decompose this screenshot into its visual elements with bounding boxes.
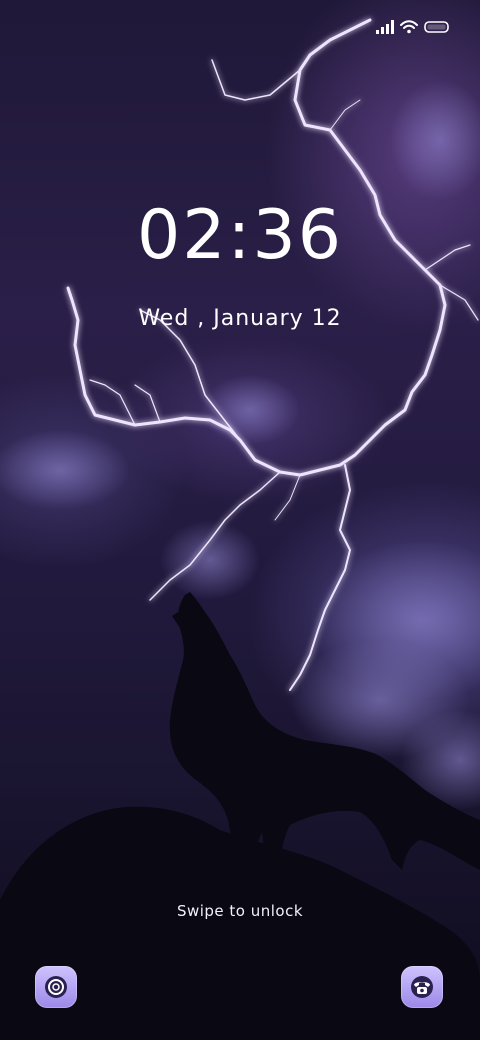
swipe-to-unlock-hint: Swipe to unlock <box>176 902 304 920</box>
camera-shortcut-button[interactable] <box>35 966 77 1008</box>
battery-icon <box>424 21 449 33</box>
date: Wed , January 12 <box>138 306 342 331</box>
wallpaper <box>0 18 480 1040</box>
status-bar <box>376 16 450 38</box>
wifi-icon <box>400 20 418 34</box>
camera-icon <box>45 976 67 998</box>
phone-shortcut-button[interactable] <box>401 966 443 1008</box>
signal-icon <box>376 20 394 34</box>
clock: 02:36 <box>137 196 343 275</box>
phone-icon <box>411 976 433 998</box>
lock-screen[interactable]: 02:36 Wed , January 12 Swipe to unlock <box>0 0 480 1040</box>
